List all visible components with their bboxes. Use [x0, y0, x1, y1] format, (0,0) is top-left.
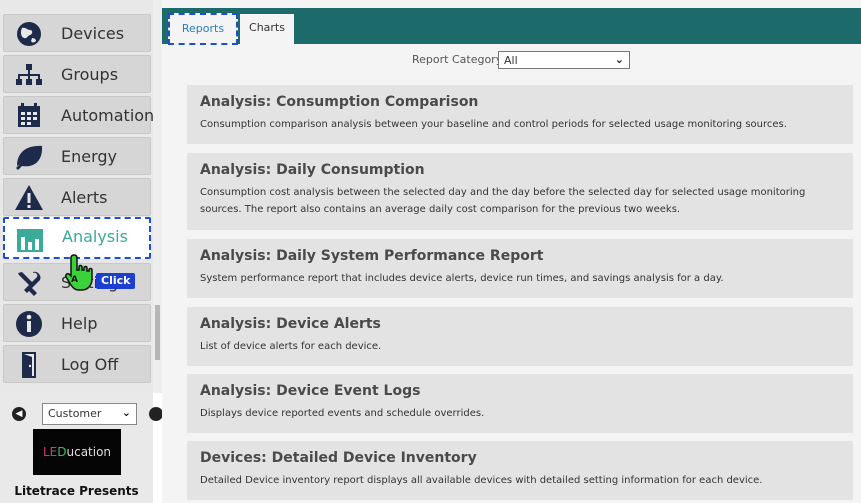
report-item-device-event-logs[interactable]: Analysis: Device Event Logs Displays dev…	[187, 374, 853, 433]
sidebar-item-devices[interactable]: Devices	[3, 14, 151, 52]
sidebar-item-label: Analysis	[62, 227, 128, 246]
warning-icon	[13, 183, 45, 213]
calendar-icon	[13, 101, 45, 131]
report-item-device-alerts[interactable]: Analysis: Device Alerts List of device a…	[187, 307, 853, 366]
tab-charts[interactable]: Charts	[240, 14, 294, 44]
report-description: System performance report that includes …	[200, 273, 724, 284]
report-description: List of device alerts for each device.	[200, 341, 382, 352]
report-category-label: Report Category:	[412, 53, 506, 66]
sidebar-item-help[interactable]: Help	[3, 304, 151, 342]
org-chart-icon	[13, 60, 45, 90]
sidebar-item-label: Energy	[61, 147, 118, 166]
info-icon	[13, 309, 45, 339]
report-item-daily-consumption[interactable]: Analysis: Daily Consumption Consumption …	[187, 153, 853, 230]
leducation-logo[interactable]: LEDucation	[33, 429, 121, 475]
sidebar-item-automation[interactable]: Automation	[3, 96, 155, 134]
tab-bar: Reports Charts	[162, 8, 861, 45]
sidebar-item-label: Automation	[61, 106, 155, 125]
report-description: Consumption comparison analysis between …	[200, 119, 787, 130]
report-item-daily-system-performance[interactable]: Analysis: Daily System Performance Repor…	[187, 239, 853, 298]
sidebar-item-logoff[interactable]: Log Off	[3, 345, 151, 383]
sidebar-scrollbar[interactable]	[153, 0, 162, 393]
customer-select[interactable]: Customer ⌄	[42, 403, 137, 425]
sidebar-item-alerts[interactable]: Alerts	[3, 178, 151, 216]
report-category-row: Report Category: All ⌄	[162, 51, 861, 71]
scrollbar-thumb[interactable]	[155, 305, 160, 360]
sidebar-footer: ◀ Customer ⌄ LEDucation Litetrace Presen…	[0, 393, 163, 503]
leaf-icon	[13, 142, 45, 172]
report-item-consumption-comparison[interactable]: Analysis: Consumption Comparison Consump…	[187, 85, 853, 144]
sidebar-item-label: Log Off	[61, 355, 119, 374]
report-title[interactable]: Analysis: Device Event Logs	[200, 383, 420, 399]
chevron-down-icon: ⌄	[614, 53, 624, 66]
sidebar-item-label: Groups	[61, 65, 119, 84]
svg-text:A: A	[71, 275, 78, 285]
report-category-value: All	[504, 54, 518, 67]
customer-select-value: Customer	[48, 407, 102, 420]
click-badge: Click	[96, 273, 136, 289]
sidebar-item-energy[interactable]: Energy	[3, 137, 151, 175]
report-title[interactable]: Analysis: Daily System Performance Repor…	[200, 248, 543, 264]
previous-arrow-icon[interactable]: ◀	[12, 407, 26, 421]
report-item-detailed-device-inventory[interactable]: Devices: Detailed Device Inventory Detai…	[187, 441, 853, 500]
hand-pointer-icon: A	[62, 252, 98, 292]
sidebar-item-label: Alerts	[61, 188, 108, 207]
tab-reports[interactable]: Reports	[168, 13, 238, 45]
sidebar-item-groups[interactable]: Groups	[3, 55, 151, 93]
report-title[interactable]: Analysis: Consumption Comparison	[200, 94, 478, 110]
sidebar-item-label: Devices	[61, 24, 125, 43]
next-arrow-icon[interactable]	[149, 407, 163, 421]
report-description: Displays device reported events and sche…	[200, 408, 485, 419]
report-description: Detailed Device inventory report display…	[200, 475, 763, 486]
promo-caption: Litetrace Presents	[14, 484, 139, 498]
report-description: Consumption cost analysis between the se…	[200, 187, 806, 215]
report-title[interactable]: Devices: Detailed Device Inventory	[200, 450, 477, 466]
door-icon	[13, 350, 45, 380]
globe-icon	[13, 19, 45, 49]
sidebar-item-label: Help	[61, 314, 98, 333]
bar-chart-icon	[14, 225, 46, 255]
report-title[interactable]: Analysis: Daily Consumption	[200, 162, 425, 178]
report-category-select[interactable]: All ⌄	[498, 51, 630, 69]
tools-icon	[13, 268, 45, 298]
chevron-down-icon: ⌄	[121, 406, 131, 419]
report-title[interactable]: Analysis: Device Alerts	[200, 316, 381, 332]
main-content: Reports Charts Report Category: All ⌄ An…	[162, 0, 861, 503]
